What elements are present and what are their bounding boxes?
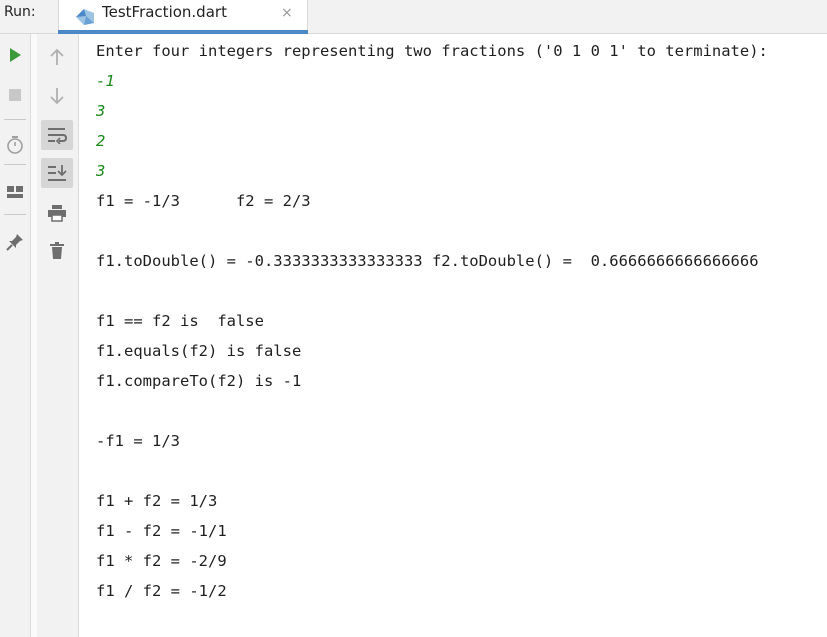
close-icon[interactable]: × [281,5,293,21]
tab-title: TestFraction.dart [102,3,227,21]
console-input-line: 2 [96,132,106,150]
scroll-to-end-icon[interactable] [41,158,73,188]
console-output-line: f1 = -1/3 f2 = 2/3 [96,192,311,210]
console-output-line: f1.compareTo(f2) is -1 [96,372,302,390]
toolbar-divider [4,214,26,215]
console-output-line: f1.toDouble() = -0.3333333333333333 f2.t… [96,252,759,270]
console-output[interactable]: Enter four integers representing two fra… [96,36,768,606]
tab-active-indicator [58,30,308,34]
console-output-line: f1 - f2 = -1/1 [96,522,227,540]
dart-file-icon [74,7,96,27]
pin-icon[interactable] [4,231,26,253]
stop-icon[interactable] [4,84,26,106]
console-input-line: -1 [96,72,115,90]
console-output-line: f1 / f2 = -1/2 [96,582,227,600]
layout-icon[interactable] [4,182,26,204]
console-output-line: -f1 = 1/3 [96,432,180,450]
soft-wrap-icon[interactable] [41,120,73,150]
run-tab-bar: Run: TestFraction.dart × [0,0,827,34]
console-output-line: f1 * f2 = -2/9 [96,552,227,570]
console-input-line: 3 [96,162,106,180]
stopwatch-icon[interactable] [4,134,26,156]
tab-testfraction[interactable]: TestFraction.dart × [58,0,308,34]
console-input-line: 3 [96,102,106,120]
run-toolbar-right [37,34,79,637]
print-icon[interactable] [46,202,68,224]
toolbar-divider [4,119,26,120]
run-toolbar-left [0,34,31,637]
run-label: Run: [4,4,36,20]
arrow-down-icon[interactable] [46,85,68,107]
console-output-line: f1 == f2 is false [96,312,264,330]
console-output-line: f1.equals(f2) is false [96,342,302,360]
run-icon[interactable] [4,44,26,66]
toolbar-divider [4,164,26,165]
trash-icon[interactable] [46,240,68,262]
console-output-line: Enter four integers representing two fra… [96,42,768,60]
console-output-line: f1 + f2 = 1/3 [96,492,218,510]
arrow-up-icon[interactable] [46,46,68,68]
